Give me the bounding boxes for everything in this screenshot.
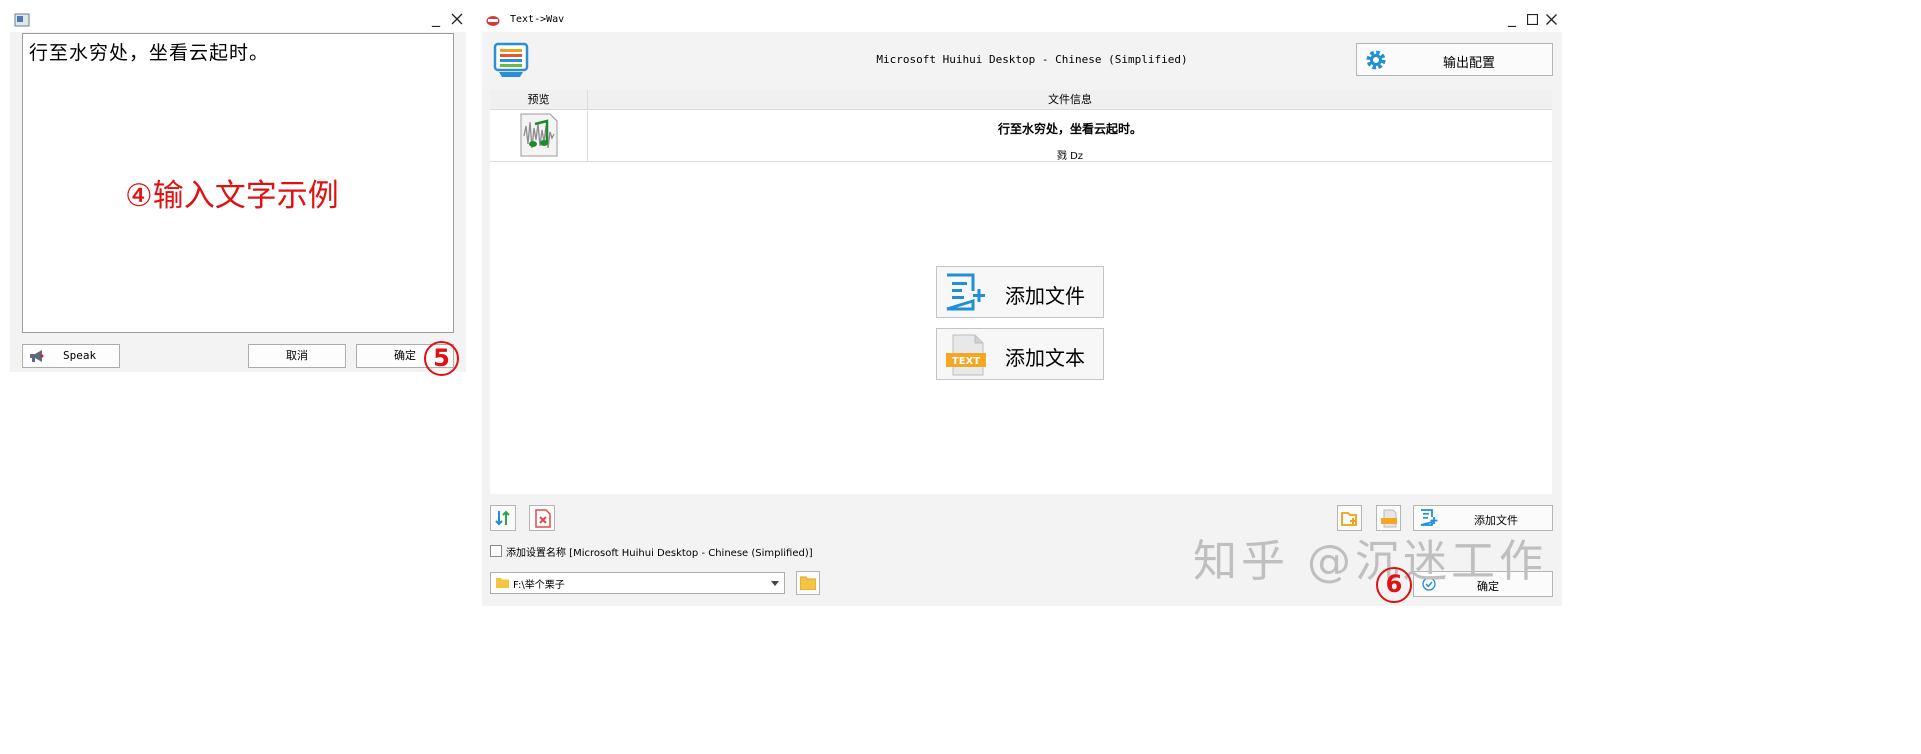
app-icon [14, 13, 30, 27]
add-text-button[interactable]: TEXT 添加文本 [936, 328, 1104, 380]
preview-cell [490, 111, 588, 161]
sort-arrows-icon [495, 510, 510, 526]
column-header-file-info[interactable]: 文件信息 [588, 90, 1552, 110]
close-icon[interactable] [1546, 14, 1557, 25]
file-meta: 戮 Dz [1056, 151, 1084, 162]
minimize-icon[interactable]: _ [1508, 10, 1516, 26]
delete-file-icon [535, 509, 551, 528]
add-file-icon [946, 273, 985, 311]
text-file-icon: TEXT [946, 334, 986, 376]
browse-folder-button[interactable] [796, 571, 820, 595]
close-icon[interactable] [451, 13, 463, 25]
annotation-label: ④输入文字示例 [125, 178, 339, 214]
gear-icon [1366, 50, 1386, 70]
dialog-titlebar: _ [10, 10, 466, 32]
step-5-marker: 5 [424, 341, 459, 376]
folder-open-icon [800, 576, 816, 590]
output-config-label: 输出配置 [1443, 56, 1496, 71]
folder-icon [496, 578, 509, 588]
watermark: 知乎 @沉迷工作 [1193, 536, 1547, 587]
file-text: 行至水穷处，坐看云起时。 [997, 122, 1142, 136]
voice-name: Microsoft Huihui Desktop - Chinese (Simp… [876, 53, 1188, 66]
speak-label: Speak [63, 349, 97, 362]
add-file-button[interactable]: 添加文件 [936, 266, 1104, 318]
add-settings-name-label: 添加设置名称 [Microsoft Huihui Desktop - Chine… [506, 548, 813, 559]
text-input-dialog: _ 行至水穷处，坐看云起时。 ④输入文字示例 Speak 取消 确定 5 [10, 10, 466, 376]
minimize-icon[interactable]: _ [432, 10, 440, 26]
window-titlebar: Text->Wav _ [482, 10, 1562, 32]
add-file-label: 添加文件 [1005, 284, 1085, 308]
file-list[interactable]: 预览 文件信息 行至水穷处，坐看云起时。 戮 Dz 添加文件 TEXT 添加文本 [490, 90, 1552, 494]
output-path-select[interactable]: F:\举个栗子 [490, 572, 785, 594]
document-list-icon [493, 42, 529, 77]
output-path-value: F:\举个栗子 [513, 580, 565, 591]
megaphone-icon [30, 350, 44, 362]
output-config-button[interactable]: 输出配置 [1356, 43, 1553, 76]
speak-button[interactable]: Speak [22, 344, 120, 368]
column-header-preview[interactable]: 预览 [490, 90, 588, 110]
add-text-label: 添加文本 [1005, 346, 1085, 370]
add-settings-name-checkbox[interactable] [490, 545, 502, 557]
window-title: Text->Wav [510, 14, 565, 25]
remove-file-button[interactable] [529, 505, 555, 531]
text-to-wav-window: Text->Wav _ Microsoft Huihui Desktop - C… [482, 10, 1562, 606]
step-6-marker: 6 [1376, 567, 1412, 603]
maximize-icon[interactable] [1527, 14, 1538, 25]
chevron-down-icon[interactable] [771, 581, 779, 586]
audio-file-icon [520, 113, 558, 157]
app-mouth-icon [486, 16, 500, 26]
sort-button[interactable] [490, 505, 516, 531]
svg-text:TEXT: TEXT [952, 356, 980, 367]
cancel-button[interactable]: 取消 [248, 344, 346, 368]
table-row[interactable]: 行至水穷处，坐看云起时。 戮 Dz [490, 111, 1552, 162]
